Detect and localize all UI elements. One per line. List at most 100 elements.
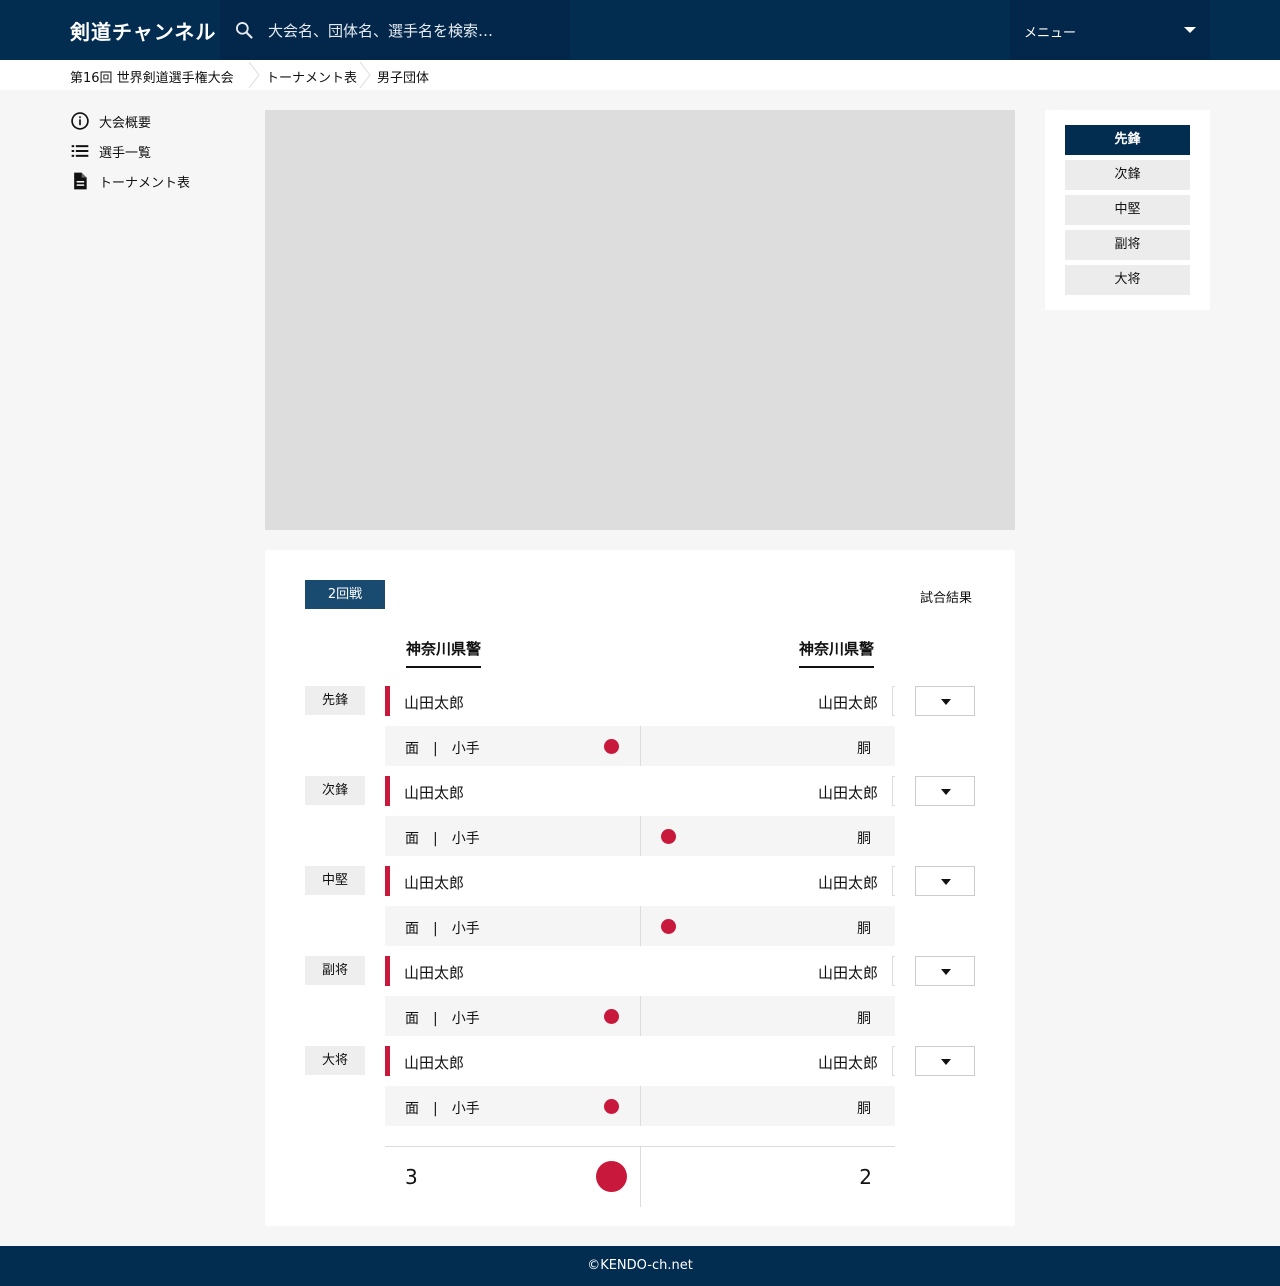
total-left: 3 — [405, 1165, 418, 1189]
nav-label: トーナメント表 — [99, 175, 191, 191]
total-score-row: 3 2 — [385, 1146, 895, 1207]
left-marker — [385, 1046, 390, 1076]
win-dot-icon — [604, 1009, 619, 1024]
right-player[interactable]: 山田太郎 — [818, 692, 878, 713]
team-right[interactable]: 神奈川県警 — [799, 638, 875, 668]
bout-detail-dropdown[interactable] — [915, 686, 975, 716]
right-player[interactable]: 山田太郎 — [818, 872, 878, 893]
search-bar[interactable]: 大会名、団体名、選手名を検索… — [220, 0, 570, 60]
left-player[interactable]: 山田太郎 — [404, 782, 464, 803]
right-marker — [892, 686, 895, 716]
tab-chuken[interactable]: 中堅 — [1065, 195, 1190, 225]
chevron-down-icon — [941, 1059, 951, 1065]
breadcrumb-tournament[interactable]: 第16回 世界剣道選手権大会 — [70, 67, 234, 86]
chevron-right-icon — [359, 62, 371, 88]
breadcrumb: 第16回 世界剣道選手権大会 トーナメント表 男子団体 — [0, 60, 1280, 90]
left-marker — [385, 776, 390, 806]
nav-label: 選手一覧 — [99, 145, 152, 161]
right-points: 胴 — [857, 1011, 871, 1027]
breadcrumb-bracket[interactable]: トーナメント表 — [266, 67, 357, 86]
info-icon — [71, 112, 89, 130]
left-player[interactable]: 山田太郎 — [404, 872, 464, 893]
list-icon — [71, 145, 89, 157]
right-marker — [892, 1046, 895, 1076]
bout-position: 中堅 — [305, 866, 365, 895]
footer: ©KENDO-ch.net — [0, 1246, 1280, 1286]
match-result-card: 2回戦 試合結果 神奈川県警 神奈川県警 先鋒 山田太郎 山田太郎 面 | 小手… — [265, 550, 1015, 1226]
left-points: 面 | 小手 — [405, 1011, 480, 1027]
document-icon — [74, 172, 87, 190]
bout-score-row: 面 | 小手 胴 — [385, 726, 895, 766]
bout-detail-dropdown[interactable] — [915, 1046, 975, 1076]
search-input[interactable]: 大会名、団体名、選手名を検索… — [268, 20, 493, 41]
chevron-down-icon — [941, 879, 951, 885]
divider — [640, 1147, 641, 1207]
nav-item-bracket[interactable]: トーナメント表 — [70, 170, 190, 192]
left-points: 面 | 小手 — [405, 741, 480, 757]
bout-detail-dropdown[interactable] — [915, 866, 975, 896]
site-logo[interactable]: 剣道チャンネル — [70, 16, 216, 45]
divider — [640, 906, 641, 946]
chevron-right-icon — [248, 62, 260, 88]
bout-position: 先鋒 — [305, 686, 365, 715]
win-dot-icon — [661, 919, 676, 934]
right-player[interactable]: 山田太郎 — [818, 1052, 878, 1073]
bout-detail-dropdown[interactable] — [915, 776, 975, 806]
right-marker — [892, 956, 895, 986]
bout-score-row: 面 | 小手 胴 — [385, 906, 895, 946]
win-dot-icon — [604, 1099, 619, 1114]
win-dot-icon — [661, 829, 676, 844]
tab-jiho[interactable]: 次鋒 — [1065, 160, 1190, 190]
right-marker — [892, 776, 895, 806]
bout-detail-dropdown[interactable] — [915, 956, 975, 986]
position-tabs-panel: 先鋒 次鋒 中堅 副将 大将 — [1045, 110, 1210, 310]
breadcrumb-current: 男子団体 — [377, 71, 430, 86]
divider — [640, 1086, 641, 1126]
right-points: 胴 — [857, 741, 871, 757]
top-header: 剣道チャンネル 大会名、団体名、選手名を検索… メニュー — [0, 0, 1280, 60]
chevron-down-icon — [941, 969, 951, 975]
right-points: 胴 — [857, 831, 871, 847]
bout-position: 副将 — [305, 956, 365, 985]
right-marker — [892, 866, 895, 896]
left-player[interactable]: 山田太郎 — [404, 962, 464, 983]
bout-names-row: 山田太郎 山田太郎 — [385, 866, 895, 896]
search-icon[interactable] — [234, 20, 254, 40]
right-player[interactable]: 山田太郎 — [818, 962, 878, 983]
divider — [640, 996, 641, 1036]
left-marker — [385, 686, 390, 716]
nav-label: 大会概要 — [99, 115, 152, 131]
total-right: 2 — [859, 1165, 872, 1189]
bout-score-row: 面 | 小手 胴 — [385, 996, 895, 1036]
left-points: 面 | 小手 — [405, 831, 480, 847]
bout-names-row: 山田太郎 山田太郎 — [385, 686, 895, 716]
bout-names-row: 山田太郎 山田太郎 — [385, 776, 895, 806]
right-points: 胴 — [857, 1101, 871, 1117]
tab-taisho[interactable]: 大将 — [1065, 265, 1190, 295]
chevron-down-icon — [941, 699, 951, 705]
bout-names-row: 山田太郎 山田太郎 — [385, 1046, 895, 1076]
divider — [640, 816, 641, 856]
nav-item-overview[interactable]: 大会概要 — [70, 110, 151, 132]
result-label: 試合結果 — [919, 591, 972, 606]
tab-fukusho[interactable]: 副将 — [1065, 230, 1190, 260]
left-player[interactable]: 山田太郎 — [404, 1052, 464, 1073]
left-points: 面 | 小手 — [405, 1101, 480, 1117]
bout-position: 大将 — [305, 1046, 365, 1075]
copyright: ©KENDO-ch.net — [587, 1258, 693, 1273]
win-dot-icon — [604, 739, 619, 754]
tab-senpo[interactable]: 先鋒 — [1065, 125, 1190, 155]
menu-label: メニュー — [1024, 26, 1077, 41]
bout-score-row: 面 | 小手 胴 — [385, 1086, 895, 1126]
team-left[interactable]: 神奈川県警 — [406, 638, 482, 668]
round-badge: 2回戦 — [305, 580, 385, 609]
nav-item-players[interactable]: 選手一覧 — [70, 140, 151, 162]
left-player[interactable]: 山田太郎 — [404, 692, 464, 713]
bout-names-row: 山田太郎 山田太郎 — [385, 956, 895, 986]
bout-position: 次鋒 — [305, 776, 365, 805]
right-player[interactable]: 山田太郎 — [818, 782, 878, 803]
menu-dropdown[interactable]: メニュー — [1010, 0, 1210, 60]
left-marker — [385, 956, 390, 986]
chevron-down-icon — [1184, 27, 1196, 33]
team-win-dot-icon — [596, 1161, 627, 1192]
